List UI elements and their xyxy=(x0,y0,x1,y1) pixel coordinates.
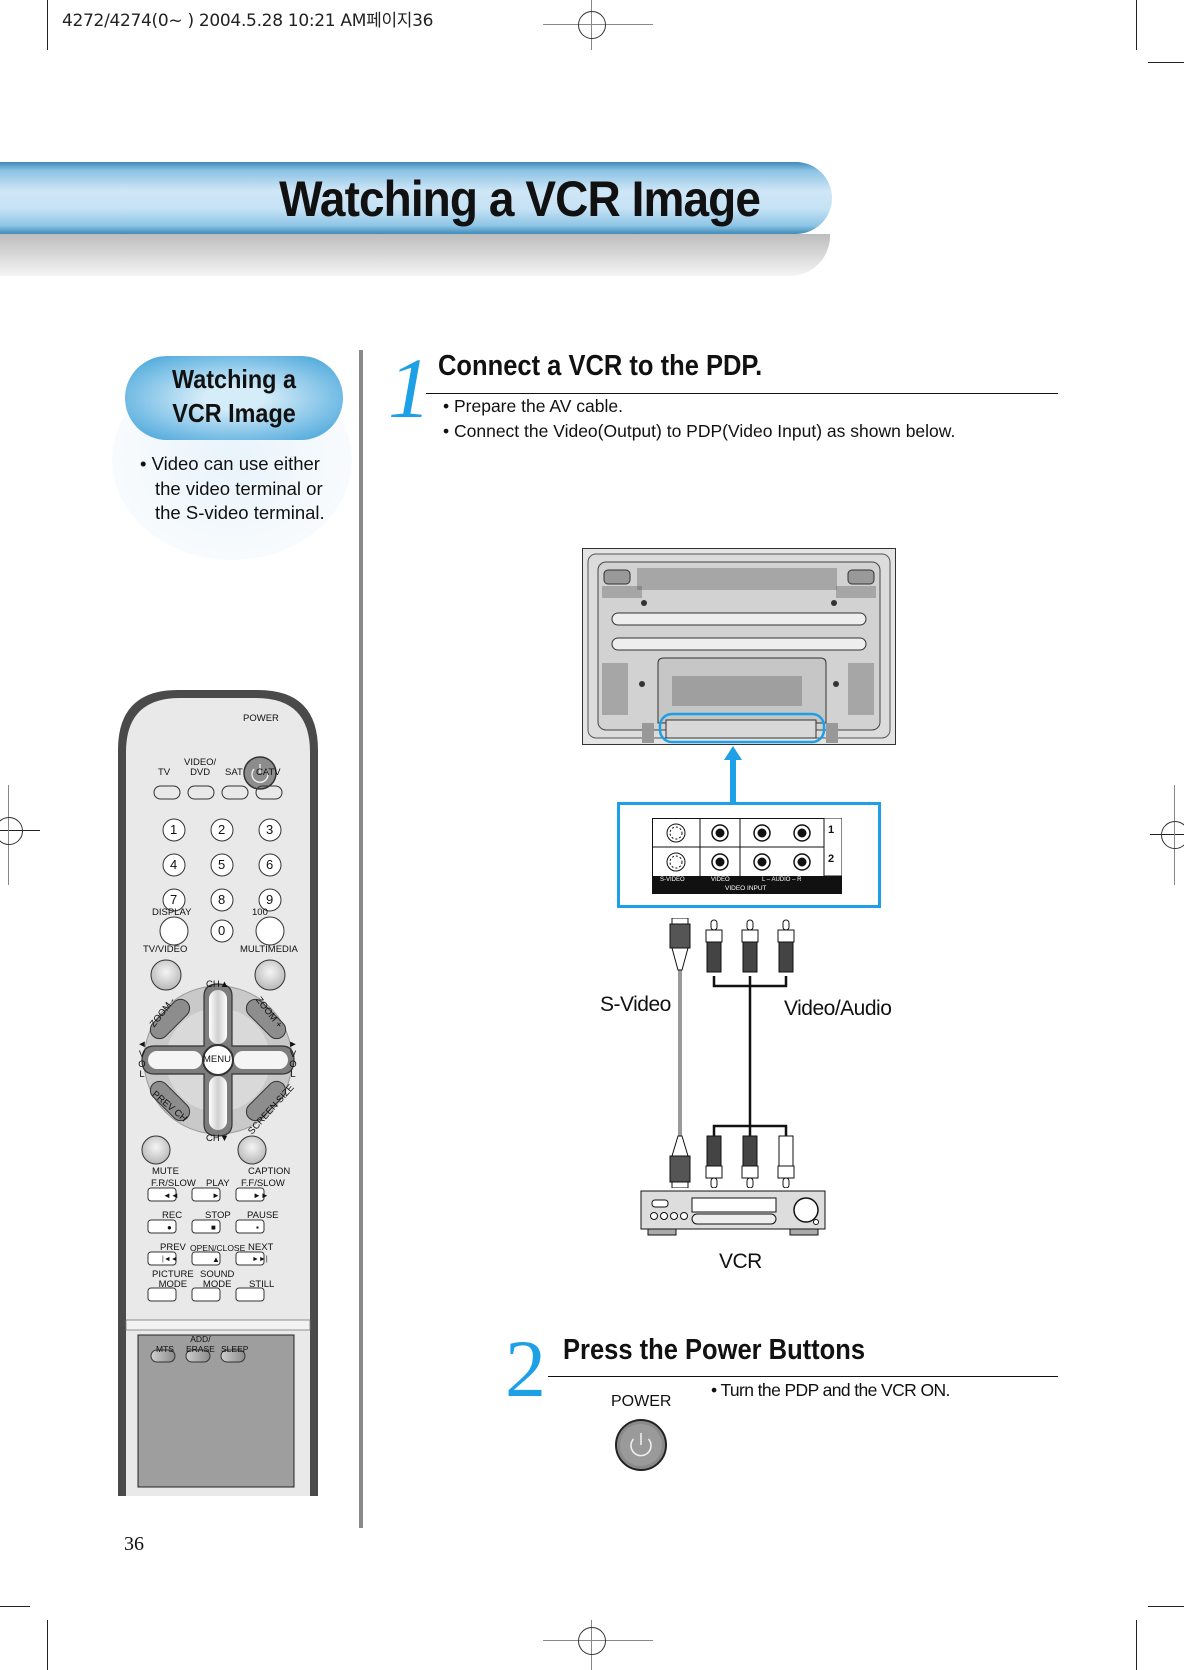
remote-vol-left-label: ◄ V O L xyxy=(137,1039,147,1080)
transport-label: OPEN/CLOSE xyxy=(190,1243,246,1253)
remote-digit-9[interactable]: 9 xyxy=(266,893,273,906)
page-number: 36 xyxy=(124,1533,144,1555)
jack-row-2-label: 2 xyxy=(828,853,835,865)
remote-display-label: DISPLAY xyxy=(152,907,192,918)
banner-shadow xyxy=(0,234,830,276)
remote-digit-2[interactable]: 2 xyxy=(218,823,225,836)
sidebar-note: • Video can use either the video termina… xyxy=(140,452,325,526)
print-header: 4272/4274(0~ ) 2004.5.28 10:21 AM페이지36 xyxy=(62,11,434,31)
transport-label: PAUSE xyxy=(247,1210,279,1221)
transport-label: PREV xyxy=(160,1242,186,1253)
remote-add-erase-label: ADD/ ERASE xyxy=(186,1334,215,1354)
step-2-bullet: • Turn the PDP and the VCR ON. xyxy=(711,1380,950,1400)
note-line: the video terminal or xyxy=(155,477,323,499)
previous-button[interactable]: |◄◄ xyxy=(162,1255,178,1265)
jack-row-1-label: 1 xyxy=(828,824,835,836)
step-1-number: 1 xyxy=(388,340,431,436)
pause-button[interactable]: ▪ xyxy=(256,1223,259,1233)
page-title: Watching a VCR Image xyxy=(279,171,761,227)
svideo-plug-top xyxy=(669,918,691,971)
step-1-title: Connect a VCR to the PDP. xyxy=(438,350,763,382)
remote-digit-4[interactable]: 4 xyxy=(170,858,177,871)
crop-mark xyxy=(1148,1606,1184,1607)
remote-vol-right-label: ► V O L xyxy=(288,1039,298,1080)
record-button[interactable]: ● xyxy=(167,1223,172,1233)
step-2-rule xyxy=(548,1376,1058,1377)
cables xyxy=(669,918,795,1188)
vcr-label: VCR xyxy=(719,1250,762,1273)
svideo-jack-1 xyxy=(666,823,686,843)
sidebar-title: Watching a VCR Image xyxy=(136,362,332,430)
crop-mark xyxy=(47,1620,48,1670)
vcr-device xyxy=(640,1190,826,1236)
sidebar-title-line: Watching a xyxy=(172,364,296,394)
column-divider xyxy=(359,350,363,1528)
power-button[interactable] xyxy=(614,1418,668,1472)
arrow-up-icon xyxy=(724,746,742,802)
remote-digit-5[interactable]: 5 xyxy=(218,858,225,871)
stop-button[interactable]: ■ xyxy=(211,1223,216,1233)
power-label: POWER xyxy=(611,1393,672,1410)
remote-digit-8[interactable]: 8 xyxy=(218,893,225,906)
svideo-jack-2 xyxy=(666,852,686,872)
sidebar-title-line: VCR Image xyxy=(172,398,296,428)
remote-digit-0[interactable]: 0 xyxy=(218,924,225,937)
svideo-plug-bottom xyxy=(669,1135,691,1188)
jack-footer-label: VIDEO INPUT xyxy=(725,885,767,892)
pdp-rear-panel xyxy=(582,548,896,745)
remote-sound-mode-label: SOUND MODE xyxy=(200,1269,235,1290)
play-button[interactable]: ► xyxy=(212,1191,220,1201)
transport-label: F.F/SLOW xyxy=(241,1178,285,1189)
jack-col-video-label: VIDEO xyxy=(711,877,730,883)
remote-btn-tv[interactable]: TV xyxy=(158,768,170,778)
crop-mark xyxy=(1136,1620,1137,1670)
remote-still-label: STILL xyxy=(249,1279,275,1290)
step-1-bullet: • Prepare the AV cable. xyxy=(443,396,623,416)
step-1-bullet: • Connect the Video(Output) to PDP(Video… xyxy=(443,421,956,441)
transport-label: STOP xyxy=(205,1210,231,1221)
step-2-title: Press the Power Buttons xyxy=(563,1334,866,1366)
remote-picture-mode-label: PICTURE MODE xyxy=(152,1269,194,1290)
remote-btn-sat[interactable]: SAT xyxy=(225,768,243,778)
transport-label: F.R/SLOW xyxy=(151,1178,196,1189)
remote-power-label: POWER xyxy=(243,713,279,724)
remote-digit-3[interactable]: 3 xyxy=(266,823,273,836)
step-1-rule xyxy=(426,393,1058,394)
transport-label: NEXT xyxy=(248,1242,274,1253)
fast-forward-button[interactable]: ►► xyxy=(253,1191,269,1201)
next-button[interactable]: ►►| xyxy=(252,1255,268,1265)
note-line: the S-video terminal. xyxy=(155,502,325,523)
remote-mts-label: MTS xyxy=(156,1344,174,1354)
crop-mark xyxy=(0,1606,30,1607)
remote-ch-down-label: CH▼ xyxy=(206,1133,230,1144)
remote-ch-up-label: CH▲ xyxy=(206,979,230,990)
transport-label: PLAY xyxy=(206,1178,230,1189)
remote-btn-catv[interactable]: CATV xyxy=(256,768,281,778)
remote-digit-6[interactable]: 6 xyxy=(266,858,273,871)
open-close-button[interactable]: ▲ xyxy=(212,1255,220,1265)
remote-caption-label: CAPTION xyxy=(248,1166,291,1177)
remote-100-label: 100 xyxy=(252,907,268,918)
remote-mute-label: MUTE xyxy=(152,1166,179,1177)
transport-label: REC xyxy=(162,1210,183,1221)
svideo-label: S-Video xyxy=(600,993,671,1016)
remote-digit-7[interactable]: 7 xyxy=(170,893,177,906)
remote-tv-video-label: TV/VIDEO xyxy=(143,944,188,955)
remote-menu-label[interactable]: MENU xyxy=(203,1055,231,1065)
crop-mark xyxy=(47,0,48,50)
crop-mark xyxy=(1136,0,1137,50)
jack-col-audio-label: L – AUDIO – R xyxy=(762,877,802,883)
remote-sleep-label: SLEEP xyxy=(221,1344,249,1354)
remote-btn-video-dvd[interactable]: VIDEO/ DVD xyxy=(184,758,216,778)
step-2-number: 2 xyxy=(505,1323,546,1414)
crop-mark xyxy=(1148,62,1184,63)
video-audio-label: Video/Audio xyxy=(784,997,892,1020)
remote-digit-1[interactable]: 1 xyxy=(170,823,177,836)
jack-col-svideo-label: S-VIDEO xyxy=(660,877,685,883)
fast-rewind-button[interactable]: ◄◄ xyxy=(163,1191,179,1201)
note-line: • Video can use either xyxy=(140,453,320,474)
remote-multimedia-label: MULTIMEDIA xyxy=(240,944,298,955)
